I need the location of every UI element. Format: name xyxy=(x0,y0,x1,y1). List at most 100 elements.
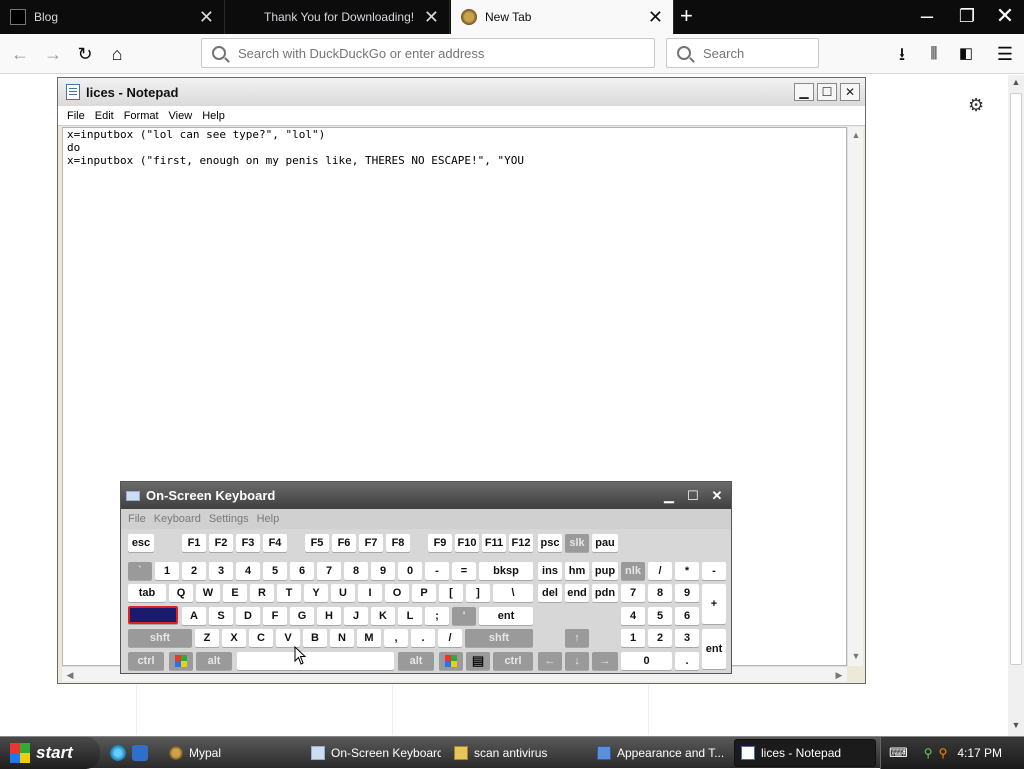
key-kp-slash[interactable]: / xyxy=(648,562,672,580)
key-f6[interactable]: F6 xyxy=(332,534,356,552)
key-h[interactable]: H xyxy=(317,607,341,625)
key-del[interactable]: del xyxy=(538,584,562,602)
key-x[interactable]: X xyxy=(222,629,246,647)
search-bar[interactable] xyxy=(666,38,819,68)
maximize-icon[interactable]: ☐ xyxy=(683,487,703,505)
key-pau[interactable]: pau xyxy=(592,534,618,552)
home-icon[interactable]: ⌂ xyxy=(105,42,129,66)
key-f5[interactable]: F5 xyxy=(305,534,329,552)
key-v[interactable]: V xyxy=(276,629,300,647)
key-f8[interactable]: F8 xyxy=(386,534,410,552)
key-f12[interactable]: F12 xyxy=(509,534,533,552)
gear-icon[interactable]: ⚙ xyxy=(968,95,984,116)
key-b[interactable]: B xyxy=(303,629,327,647)
new-tab-plus-icon[interactable]: + xyxy=(680,5,693,27)
key-ctrl-right[interactable]: ctrl xyxy=(493,652,533,670)
network-tray-icon[interactable]: ⚲ xyxy=(924,746,933,760)
scroll-up-icon[interactable]: ▲ xyxy=(848,127,864,143)
key-windows-left[interactable] xyxy=(169,652,193,670)
osk-menu-settings[interactable]: Settings xyxy=(209,513,249,525)
key-t[interactable]: T xyxy=(277,584,301,602)
key-kp-0[interactable]: 0 xyxy=(621,652,672,670)
key-m[interactable]: M xyxy=(357,629,381,647)
key-comma[interactable]: , xyxy=(384,629,408,647)
key-0[interactable]: 0 xyxy=(398,562,422,580)
menu-format[interactable]: Format xyxy=(124,110,159,122)
key-f1[interactable]: F1 xyxy=(182,534,206,552)
key-g[interactable]: G xyxy=(290,607,314,625)
key-ctrl-left[interactable]: ctrl xyxy=(128,652,164,670)
key-space[interactable] xyxy=(237,652,394,670)
start-button[interactable]: start xyxy=(0,737,100,769)
key-j[interactable]: J xyxy=(344,607,368,625)
minimize-icon[interactable]: ▁ xyxy=(794,83,814,101)
key-left-arrow[interactable]: ← xyxy=(538,652,562,670)
scroll-up-icon[interactable]: ▲ xyxy=(1008,77,1024,93)
key-kp-5[interactable]: 5 xyxy=(648,607,672,625)
forward-arrow-icon[interactable]: → xyxy=(41,42,65,66)
key-kp-7[interactable]: 7 xyxy=(621,584,645,602)
restore-icon[interactable]: ❐ xyxy=(952,6,982,27)
key-w[interactable]: W xyxy=(196,584,220,602)
minimize-icon[interactable]: ▁ xyxy=(659,487,679,505)
key-d[interactable]: D xyxy=(236,607,260,625)
key-psc[interactable]: psc xyxy=(538,534,562,552)
menu-help[interactable]: Help xyxy=(202,110,225,122)
key-pgdn[interactable]: pdn xyxy=(592,584,618,602)
key-backslash[interactable]: \ xyxy=(493,584,533,602)
key-l[interactable]: L xyxy=(398,607,422,625)
keyboard-tray-icon[interactable]: ⌨ xyxy=(889,745,908,761)
task-scan-antivirus[interactable]: scan antivirus xyxy=(448,739,584,767)
key-alt-right[interactable]: alt xyxy=(398,652,434,670)
key-n[interactable]: N xyxy=(330,629,354,647)
close-icon[interactable]: ✕ xyxy=(707,487,727,505)
key-ins[interactable]: ins xyxy=(538,562,562,580)
key-menu[interactable]: ▤ xyxy=(466,652,490,670)
tab-blog[interactable]: Blog ✕ xyxy=(0,0,225,34)
key-semicolon[interactable]: ; xyxy=(425,607,449,625)
key-shift-right[interactable]: shft xyxy=(465,629,533,647)
key-esc[interactable]: esc xyxy=(128,534,154,552)
osk-titlebar[interactable]: On-Screen Keyboard ▁ ☐ ✕ xyxy=(121,482,731,509)
task-mypal[interactable]: Mypal xyxy=(163,739,299,767)
key-tab[interactable]: tab xyxy=(128,584,166,602)
key-end[interactable]: end xyxy=(565,584,589,602)
key-home[interactable]: hm xyxy=(565,562,589,580)
menu-view[interactable]: View xyxy=(169,110,193,122)
key-4[interactable]: 4 xyxy=(236,562,260,580)
quick-launch-app-icon[interactable] xyxy=(132,745,148,761)
key-backtick[interactable]: ` xyxy=(128,562,152,580)
key-shift-left[interactable]: shft xyxy=(128,629,192,647)
key-windows-right[interactable] xyxy=(439,652,463,670)
search-input[interactable] xyxy=(701,44,818,62)
notepad-titlebar[interactable]: lices - Notepad ▁ ☐ ✕ xyxy=(58,78,865,106)
key-kp-minus[interactable]: - xyxy=(702,562,726,580)
internet-explorer-icon[interactable] xyxy=(110,745,126,761)
key-q[interactable]: Q xyxy=(169,584,193,602)
key-a[interactable]: A xyxy=(182,607,206,625)
tab-thank-you[interactable]: Thank You for Downloading! ✕ xyxy=(226,0,450,34)
key-f10[interactable]: F10 xyxy=(455,534,479,552)
scroll-down-icon[interactable]: ▼ xyxy=(1008,720,1024,736)
key-6[interactable]: 6 xyxy=(290,562,314,580)
key-o[interactable]: O xyxy=(385,584,409,602)
key-f4[interactable]: F4 xyxy=(263,534,287,552)
key-f2[interactable]: F2 xyxy=(209,534,233,552)
scroll-right-icon[interactable]: ▶ xyxy=(831,667,847,683)
key-rbracket[interactable]: ] xyxy=(466,584,490,602)
key-f9[interactable]: F9 xyxy=(428,534,452,552)
key-kp-3[interactable]: 3 xyxy=(675,629,699,647)
key-5[interactable]: 5 xyxy=(263,562,287,580)
key-minus[interactable]: - xyxy=(425,562,449,580)
key-slash[interactable]: / xyxy=(438,629,462,647)
key-down-arrow[interactable]: ↓ xyxy=(565,652,589,670)
scroll-left-icon[interactable]: ◀ xyxy=(62,667,78,683)
key-kp-1[interactable]: 1 xyxy=(621,629,645,647)
key-f11[interactable]: F11 xyxy=(482,534,506,552)
key-numlock[interactable]: nlk xyxy=(621,562,645,580)
key-z[interactable]: Z xyxy=(195,629,219,647)
key-kp-8[interactable]: 8 xyxy=(648,584,672,602)
key-pgup[interactable]: pup xyxy=(592,562,618,580)
key-kp-9[interactable]: 9 xyxy=(675,584,699,602)
osk-menu-file[interactable]: File xyxy=(128,513,146,525)
